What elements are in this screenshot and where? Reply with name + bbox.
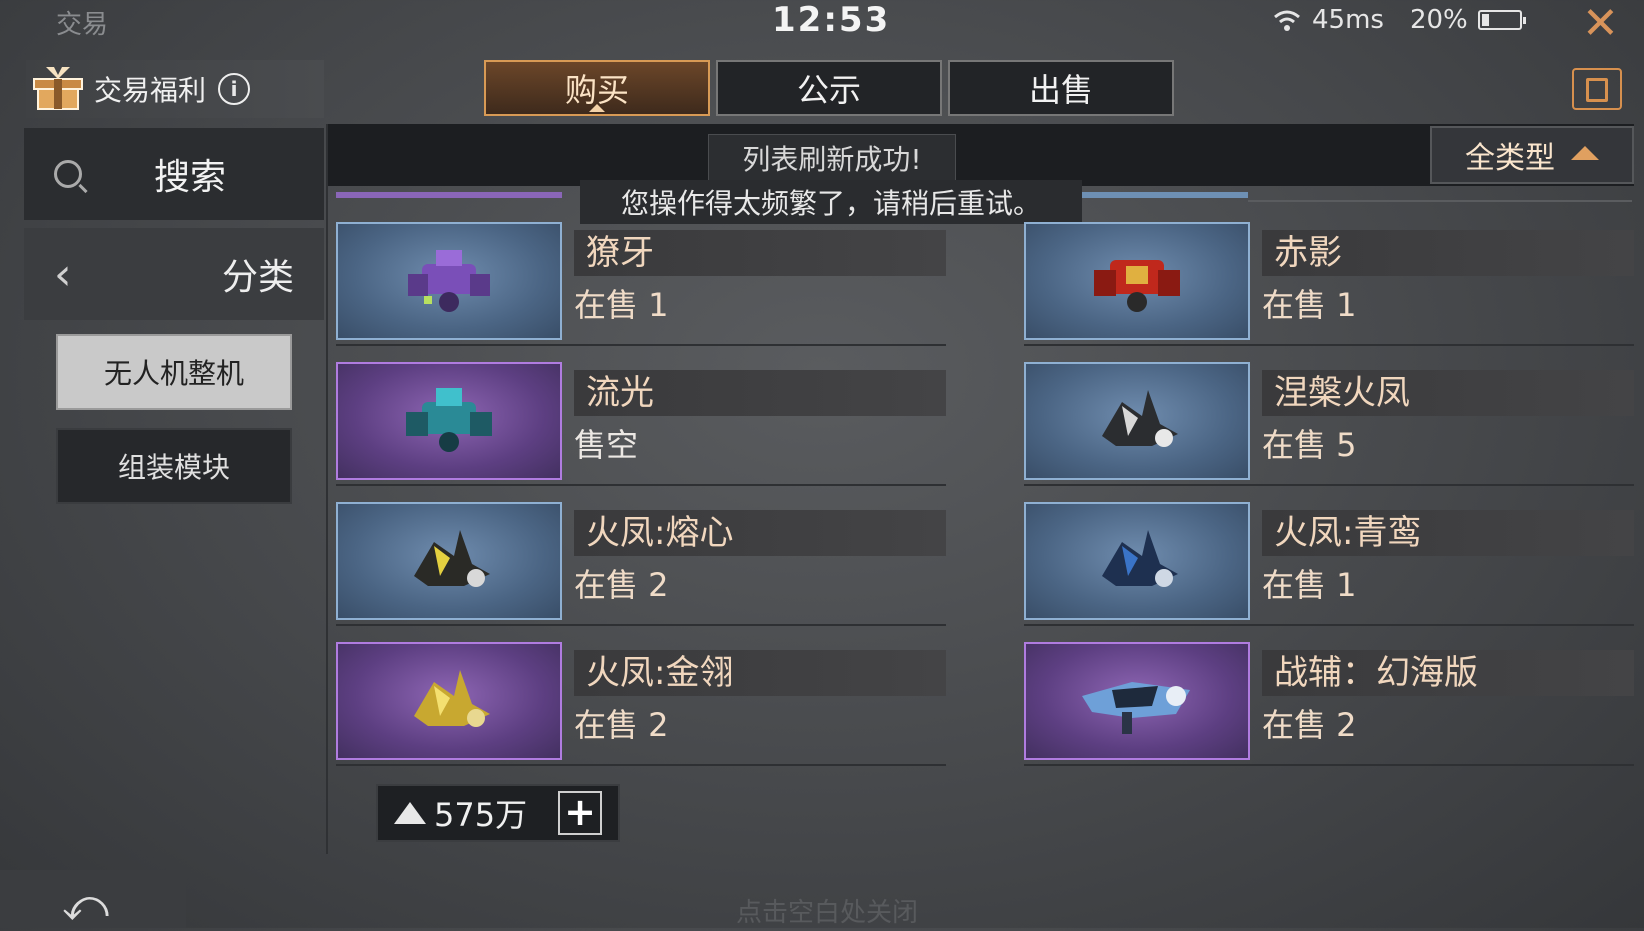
item-name: 火凤:熔心 [574,510,946,556]
list-item[interactable]: 赤影 在售 1 [1024,222,1634,346]
list-item[interactable]: 火凤:熔心 在售 2 [336,502,946,626]
drone-icon [1094,260,1180,312]
sidebar-divider [326,124,328,854]
drone-icon [1102,390,1178,447]
drone-icon [1102,530,1178,587]
item-name: 火凤:青鸾 [1262,510,1634,556]
gift-icon [33,67,83,110]
item-name: 赤影 [1262,230,1634,276]
toast-refresh: 列表刷新成功! [708,134,956,182]
type-filter-dropdown[interactable]: 全类型 [1430,126,1634,184]
item-border-strip [1248,200,1632,202]
item-divider [1024,484,1634,486]
item-name: 战辅：幻海版 [1262,650,1634,696]
item-divider [336,624,946,626]
item-name: 火凤:金翎 [574,650,946,696]
close-hint: 点击空白处关闭 [736,898,919,928]
item-thumbnail [1024,642,1250,760]
item-divider [1024,764,1634,766]
item-divider [336,344,946,346]
category-drone-complete[interactable]: 无人机整机 [56,334,292,410]
list-item[interactable]: 獠牙 在售 1 [336,222,946,346]
item-thumbnail [336,222,562,340]
drone-icon [408,250,490,312]
category-header[interactable]: ‹ 分类 [24,228,324,320]
search-icon [54,160,82,188]
list-item[interactable]: 涅槃火凤 在售 5 [1024,362,1634,486]
search-button[interactable]: 搜索 [24,128,324,220]
currency-display: 575万 + [376,784,620,842]
item-stock: 在售 5 [1262,426,1357,464]
drone-icon [406,388,492,452]
currency-amount: 575万 [434,796,528,834]
clock: 12:53 [772,0,891,40]
drone-icon [414,670,490,727]
toast-warning: 您操作得太频繁了，请稍后重试。 [580,180,1082,224]
item-divider [336,484,946,486]
add-currency-button[interactable]: + [558,791,602,835]
item-divider [1024,624,1634,626]
item-divider [336,764,946,766]
item-stock: 在售 1 [1262,566,1357,604]
app-title: 交易 [56,10,109,40]
trade-benefit-button[interactable]: 交易福利 i [26,60,324,118]
item-stock: 在售 2 [574,566,669,604]
item-name: 涅槃火凤 [1262,370,1634,416]
item-border-strip [336,192,562,198]
close-icon[interactable]: ✕ [1582,0,1619,49]
trade-benefit-label: 交易福利 [94,74,207,107]
item-name: 流光 [574,370,946,416]
item-stock: 售空 [574,426,639,464]
item-thumbnail [336,642,562,760]
tab-sell[interactable]: 出售 [948,60,1174,116]
wifi-icon [1274,10,1300,31]
list-item[interactable]: 流光 售空 [336,362,946,486]
currency-icon [394,802,426,824]
item-name: 獠牙 [574,230,946,276]
drone-icon [414,530,490,587]
item-border-strip [1082,192,1248,198]
tab-announce[interactable]: 公示 [716,60,942,116]
tab-buy[interactable]: 购买 [484,60,710,116]
category-label: 分类 [221,257,294,298]
chevron-left-icon[interactable]: ‹ [54,249,72,300]
item-thumbnail [1024,502,1250,620]
item-stock: 在售 1 [1262,286,1357,324]
chevron-up-icon [1571,146,1599,160]
status-indicators: 45ms 20% [1272,2,1526,38]
drone-icon [1082,682,1190,734]
undo-icon[interactable]: ⤺ [62,880,109,931]
battery-text: 20% [1409,5,1468,35]
item-stock: 在售 2 [574,706,669,744]
battery-icon [1477,10,1526,30]
clipboard-icon[interactable] [1572,68,1622,110]
item-thumbnail [1024,362,1250,480]
item-thumbnail [1024,222,1250,340]
info-icon[interactable]: i [218,73,251,105]
list-item[interactable]: 战辅：幻海版 在售 2 [1024,642,1634,766]
list-item[interactable]: 火凤:金翎 在售 2 [336,642,946,766]
item-stock: 在售 1 [574,286,669,324]
search-label: 搜索 [154,157,227,198]
ping-text: 45ms [1312,5,1384,35]
category-assembly-module[interactable]: 组装模块 [56,428,292,504]
item-stock: 在售 2 [1262,706,1357,744]
item-thumbnail [336,502,562,620]
type-filter-label: 全类型 [1465,141,1555,176]
item-divider [1024,344,1634,346]
item-thumbnail [336,362,562,480]
list-item[interactable]: 火凤:青鸾 在售 1 [1024,502,1634,626]
